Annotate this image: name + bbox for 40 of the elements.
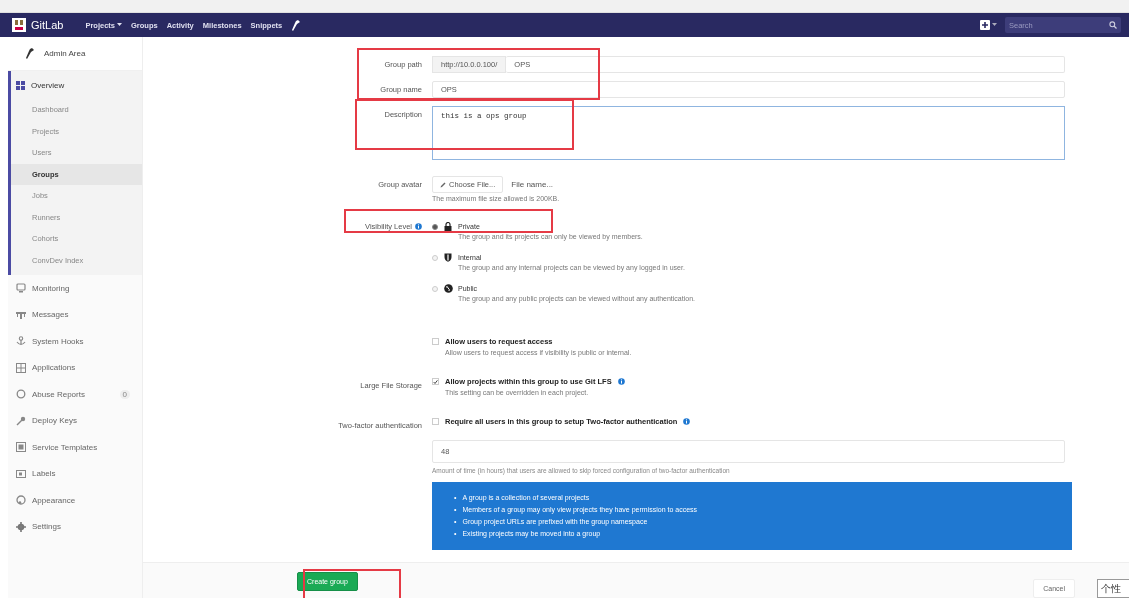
info-icon[interactable] (617, 378, 625, 385)
radio-button[interactable] (432, 254, 438, 261)
file-name-text: File name... (511, 180, 554, 189)
sidebar-item[interactable]: System Hooks (8, 328, 142, 355)
sidebar-item[interactable]: Applications (8, 354, 142, 381)
logo-icon[interactable] (12, 18, 26, 32)
sidebar-item[interactable]: Service Templates (8, 434, 142, 461)
plus-icon (980, 20, 990, 30)
info-icon[interactable] (683, 418, 691, 425)
anchor-icon (16, 336, 26, 347)
caret-icon (992, 23, 997, 27)
sidebar-item[interactable]: Monitoring (8, 275, 142, 302)
key-icon (16, 415, 26, 426)
grid-icon (16, 362, 26, 373)
checkbox[interactable] (432, 378, 439, 385)
sidebar-item[interactable]: Messages (8, 301, 142, 328)
sidebar-item[interactable]: Settings (8, 513, 142, 540)
grid-icon (16, 80, 25, 90)
label-icon (16, 468, 26, 479)
side-widget[interactable]: 个性 (1097, 579, 1129, 598)
logo-text[interactable]: GitLab (31, 19, 64, 31)
pencil-icon (440, 181, 446, 188)
search-icon[interactable] (1109, 21, 1117, 29)
radio-button[interactable] (432, 223, 438, 230)
sidebar-title: Admin Area (44, 49, 86, 58)
wrench-icon[interactable] (291, 19, 301, 31)
count-badge: 0 (119, 389, 130, 399)
info-icon[interactable] (415, 223, 422, 230)
sidebar-item[interactable]: Overview (11, 71, 142, 99)
monitor-icon (16, 283, 26, 294)
wrench-icon (25, 48, 34, 59)
sidebar-item[interactable]: Deploy Keys (8, 407, 142, 434)
sidebar-item[interactable]: Abuse Reports 0 (8, 381, 142, 408)
sidebar-item[interactable]: Appearance (8, 487, 142, 514)
template-icon (16, 442, 26, 453)
sidebar-item[interactable]: Labels (8, 460, 142, 487)
radio-button[interactable] (432, 285, 438, 292)
circle-icon (16, 389, 26, 400)
new-menu-button[interactable] (980, 20, 997, 30)
settings-icon (16, 521, 26, 532)
